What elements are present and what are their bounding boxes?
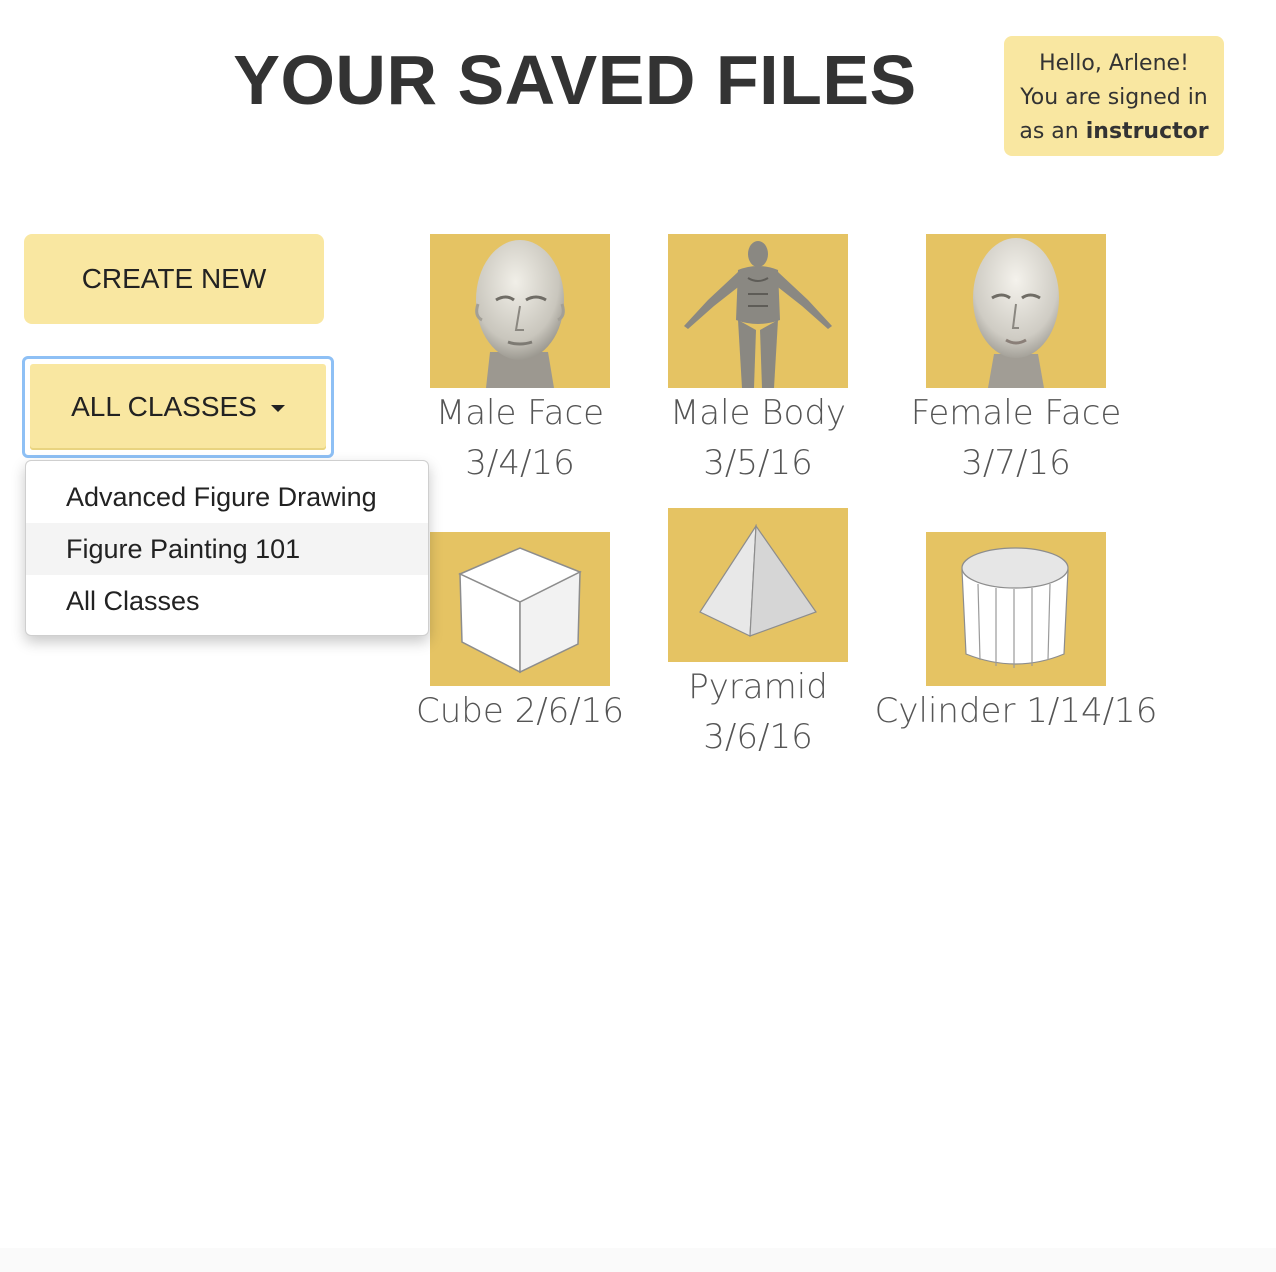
file-card[interactable]: Female Face 3/7/16 <box>886 234 1146 488</box>
file-card[interactable]: Male Face 3/4/16 <box>410 234 630 488</box>
file-name-date: Cylinder 1/14/16 <box>866 686 1166 736</box>
female-face-icon <box>973 238 1059 388</box>
menu-item-all-classes[interactable]: All Classes <box>26 575 428 627</box>
class-filter-focus-ring: ALL CLASSES <box>22 356 334 458</box>
create-new-button[interactable]: CREATE NEW <box>24 234 324 324</box>
greeting-role-prefix: as an <box>1019 119 1079 144</box>
page-footer-strip <box>0 1248 1276 1272</box>
pyramid-thumbnail <box>668 508 848 662</box>
greeting-role: instructor <box>1085 119 1209 144</box>
file-date: 3/7/16 <box>961 443 1071 483</box>
class-filter-dropdown-button[interactable]: ALL CLASSES <box>30 364 326 450</box>
file-card[interactable]: Cube 2/6/16 <box>400 532 640 736</box>
file-name-date: Cube 2/6/16 <box>400 686 640 736</box>
file-card[interactable]: Male Body 3/5/16 <box>648 234 868 488</box>
menu-item-advanced-figure-drawing[interactable]: Advanced Figure Drawing <box>26 471 428 523</box>
pyramid-icon <box>699 523 817 637</box>
male-face-icon <box>475 240 565 388</box>
caret-down-icon <box>270 404 285 412</box>
greeting-hello: Hello, Arlene! <box>1039 51 1189 76</box>
user-greeting: Hello, Arlene! You are signed in as an i… <box>1004 36 1224 156</box>
file-name: Female Face <box>910 393 1122 433</box>
file-name: Pyramid <box>688 667 828 707</box>
file-card[interactable]: Cylinder 1/14/16 <box>866 532 1166 736</box>
greeting-role-line: as an instructor <box>1010 115 1218 149</box>
file-date: 3/4/16 <box>465 443 575 483</box>
file-date: 3/5/16 <box>703 443 813 483</box>
file-date: 3/6/16 <box>703 717 813 757</box>
cylinder-thumbnail <box>926 532 1106 686</box>
male-body-thumbnail <box>668 234 848 388</box>
class-filter-menu: Advanced Figure Drawing Figure Painting … <box>25 460 429 636</box>
file-name: Cube <box>415 691 504 731</box>
file-date: 1/14/16 <box>1026 691 1158 731</box>
male-body-icon <box>684 241 832 388</box>
greeting-signed-in: You are signed in <box>1020 85 1208 110</box>
page-title: YOUR SAVED FILES <box>233 41 917 119</box>
menu-item-figure-painting-101[interactable]: Figure Painting 101 <box>26 523 428 575</box>
female-face-thumbnail <box>926 234 1106 388</box>
cube-icon <box>458 547 582 674</box>
file-date: 2/6/16 <box>514 691 625 731</box>
class-filter-label: ALL CLASSES <box>71 391 257 422</box>
file-name: Male Body <box>669 393 847 433</box>
file-name: Cylinder <box>874 691 1016 731</box>
cylinder-icon <box>961 547 1069 668</box>
cube-thumbnail <box>430 532 610 686</box>
file-name: Male Face <box>435 393 605 433</box>
file-card[interactable]: Pyramid 3/6/16 <box>648 508 868 762</box>
male-face-thumbnail <box>430 234 610 388</box>
